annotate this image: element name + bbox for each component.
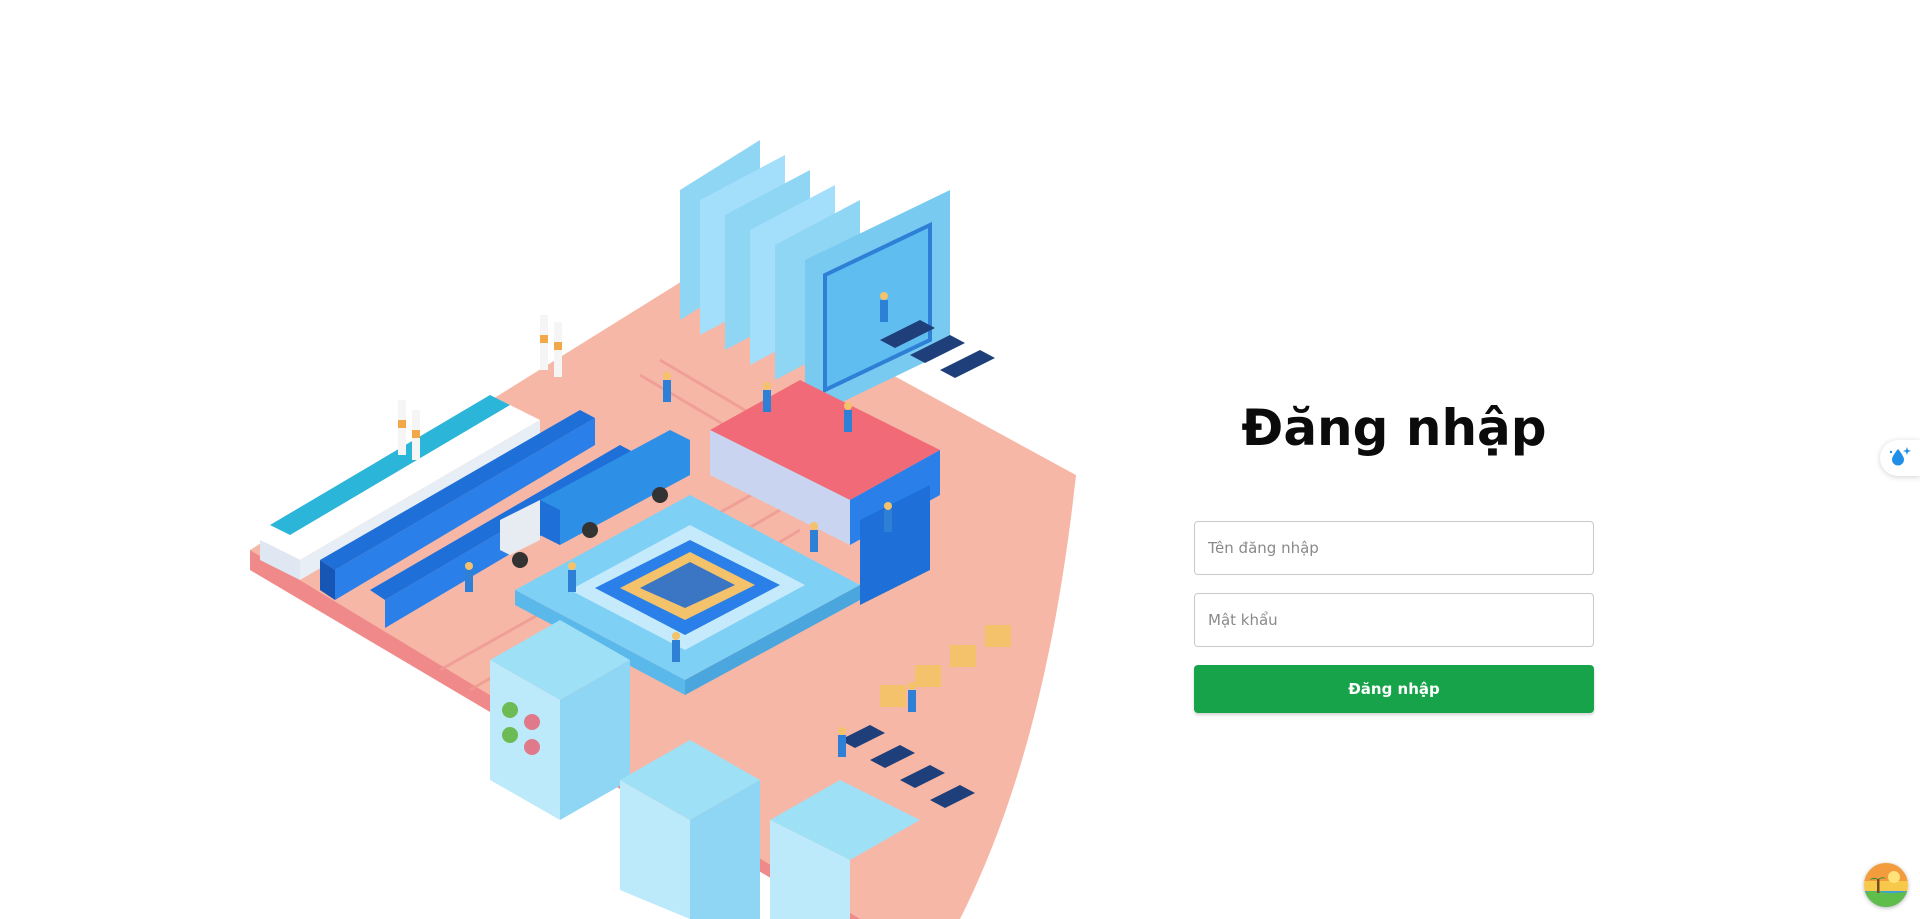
- side-extension-widget[interactable]: [1880, 440, 1920, 476]
- password-input[interactable]: [1194, 593, 1594, 647]
- username-input[interactable]: [1194, 521, 1594, 575]
- water-drop-sparkle-icon: [1888, 444, 1912, 473]
- beach-landscape-avatar-icon[interactable]: [1864, 863, 1908, 907]
- factory-illustration: [240, 100, 1085, 919]
- login-form: Đăng nhập Đăng nhập: [1194, 390, 1594, 713]
- login-button[interactable]: Đăng nhập: [1194, 665, 1594, 713]
- page-title: Đăng nhập: [1241, 399, 1547, 457]
- login-page: Đăng nhập Đăng nhập: [0, 0, 1920, 919]
